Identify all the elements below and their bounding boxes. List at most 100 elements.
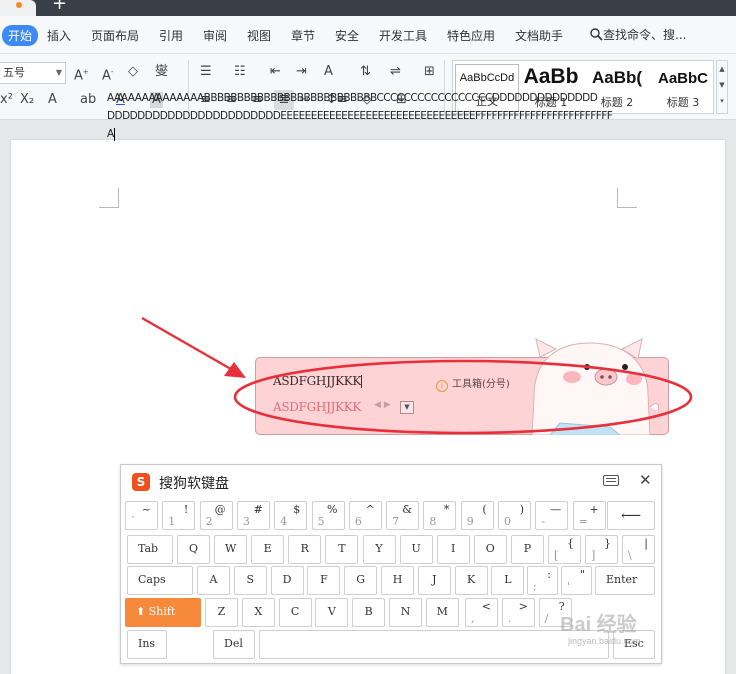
key-letter-q[interactable]: Q	[177, 535, 210, 564]
chevron-up-icon[interactable]: ▲	[717, 61, 727, 77]
key-symbol[interactable]: <,	[465, 598, 498, 627]
shrink-font-icon[interactable]: A-	[102, 64, 113, 84]
superscript-icon[interactable]: x²	[0, 92, 13, 108]
chevron-left-icon[interactable]: ◀	[374, 400, 381, 410]
key-tab[interactable]: Tab	[127, 535, 173, 564]
command-search[interactable]: 查找命令、搜...	[590, 26, 686, 43]
key-symbol[interactable]: @2	[199, 501, 233, 530]
key-symbol[interactable]: :;	[527, 566, 558, 595]
subscript-icon[interactable]: X₂	[20, 92, 34, 108]
ime-page-nav[interactable]: ◀ ▶	[374, 400, 391, 410]
chinese-layout-icon[interactable]: A	[324, 64, 333, 80]
key-letter-t[interactable]: T	[325, 535, 359, 564]
key-letter-c[interactable]: C	[278, 598, 312, 627]
key-space[interactable]	[259, 630, 609, 659]
key-letter-e[interactable]: E	[251, 535, 285, 564]
highlight-icon[interactable]: ab	[80, 92, 96, 108]
ime-candidate-item[interactable]: ASDFGHJJKKK	[273, 400, 361, 414]
key-letter-z[interactable]: Z	[205, 598, 238, 627]
sort-icon[interactable]: ⇅	[360, 64, 371, 80]
bullet-list-icon[interactable]: ☰	[200, 64, 212, 80]
key-symbol[interactable]: ~ `	[125, 501, 158, 530]
key-letter-d[interactable]: D	[270, 566, 304, 595]
key-letter-m[interactable]: M	[425, 598, 459, 627]
menu-home[interactable]: 开始	[2, 25, 39, 46]
key-symbol[interactable]: | \	[622, 535, 655, 564]
chevron-down-icon[interactable]: ▼	[717, 77, 727, 93]
key-letter-f[interactable]: F	[307, 566, 341, 595]
key-enter[interactable]: Enter	[595, 566, 655, 595]
key-letter-l[interactable]: L	[491, 566, 525, 595]
ime-toolbox-hint[interactable]: i 工具箱(分号)	[436, 375, 510, 392]
key-letter-o[interactable]: O	[473, 535, 507, 564]
key-symbol[interactable]: % 5	[311, 501, 345, 530]
key-letter-b[interactable]: B	[352, 598, 386, 627]
key-symbol[interactable]: }]	[585, 535, 618, 564]
key-letter-i[interactable]: I	[436, 535, 470, 564]
style-heading-3[interactable]: AaBbC 标题 3	[651, 64, 715, 112]
key-letter-r[interactable]: R	[288, 535, 322, 564]
document-tab[interactable]	[0, 0, 36, 16]
increase-indent-icon[interactable]: ⇥	[296, 64, 307, 80]
numbered-list-icon[interactable]: ☷	[234, 64, 246, 80]
keyboard-title-bar[interactable]: S 搜狗软键盘 ✕	[121, 465, 661, 497]
key-symbol[interactable]: & 7	[386, 501, 420, 530]
key-symbol[interactable]: ! 1	[162, 501, 196, 530]
key-letter-x[interactable]: X	[241, 598, 275, 627]
key-symbol[interactable]: " '	[561, 566, 592, 595]
key-letter-h[interactable]: H	[381, 566, 414, 595]
key-letter-g[interactable]: G	[344, 566, 378, 595]
key-symbol[interactable]: (9	[460, 501, 494, 530]
key-ins[interactable]: Ins	[127, 630, 167, 659]
key-letter-y[interactable]: Y	[362, 535, 396, 564]
key-symbol[interactable]: {[	[548, 535, 581, 564]
key-letter-k[interactable]: K	[454, 566, 488, 595]
key-shift[interactable]: ⬆ Shift	[125, 598, 201, 627]
key-letter-w[interactable]: W	[214, 535, 248, 564]
key-letter-j[interactable]: J	[417, 566, 451, 595]
key-caps[interactable]: Caps	[127, 566, 193, 595]
menu-security[interactable]: 安全	[335, 27, 359, 44]
menu-section[interactable]: 章节	[291, 27, 315, 44]
menu-view[interactable]: 视图	[247, 27, 271, 44]
chevron-right-icon[interactable]: ▶	[384, 400, 391, 410]
key-letter-s[interactable]: S	[233, 566, 267, 595]
text-effect-icon[interactable]: A	[48, 92, 57, 108]
menu-insert[interactable]: 插入	[47, 27, 71, 44]
menu-references[interactable]: 引用	[159, 27, 183, 44]
show-marks-icon[interactable]: ⇌	[390, 64, 401, 80]
key-symbol[interactable]: >.	[501, 598, 535, 627]
key-letter-u[interactable]: U	[399, 535, 433, 564]
more-icon[interactable]: ▾	[717, 93, 727, 109]
menu-special-apps[interactable]: 特色应用	[447, 27, 495, 44]
font-size-select[interactable]: 五号 ▼	[0, 62, 66, 84]
key-backspace[interactable]: ⟵	[607, 501, 655, 530]
phonetic-guide-icon[interactable]: 燮	[155, 64, 168, 80]
menu-page-layout[interactable]: 页面布局	[91, 27, 139, 44]
menu-developer[interactable]: 开发工具	[379, 27, 427, 44]
key-letter-v[interactable]: V	[315, 598, 349, 627]
clear-format-icon[interactable]: ◇	[128, 64, 138, 80]
grow-font-icon[interactable]: A+	[74, 64, 89, 84]
key-symbol[interactable]: #3	[236, 501, 270, 530]
key-symbol[interactable]: ) 0	[498, 501, 531, 530]
key-del[interactable]: Del	[213, 630, 255, 659]
key-letter-n[interactable]: N	[389, 598, 422, 627]
table-props-icon[interactable]: ⊞	[424, 64, 435, 80]
key-symbol[interactable]: * 8	[423, 501, 457, 530]
key-symbol[interactable]: ^ 6	[348, 501, 382, 530]
ime-expand-button[interactable]: ▼	[400, 401, 414, 414]
key-symbol[interactable]: — -	[535, 501, 569, 530]
keyboard-icon[interactable]	[603, 475, 619, 486]
key-letter-p[interactable]: P	[510, 535, 544, 564]
styles-scroll[interactable]: ▲ ▼ ▾	[716, 60, 728, 114]
menu-doc-assistant[interactable]: 文档助手	[515, 27, 563, 44]
key-letter-a[interactable]: A	[197, 566, 230, 595]
menu-review[interactable]: 审阅	[203, 27, 227, 44]
key-symbol[interactable]: $4	[274, 501, 308, 530]
close-icon[interactable]: ✕	[639, 471, 652, 489]
new-tab-plus-icon[interactable]: +	[52, 0, 67, 13]
decrease-indent-icon[interactable]: ⇤	[270, 64, 281, 80]
document-body-text[interactable]: AAAAAAAAAAAAAABBBBBBBBBBBBBBBBBBBBBBBBBB…	[107, 89, 617, 143]
key-symbol[interactable]: + =	[572, 501, 606, 530]
